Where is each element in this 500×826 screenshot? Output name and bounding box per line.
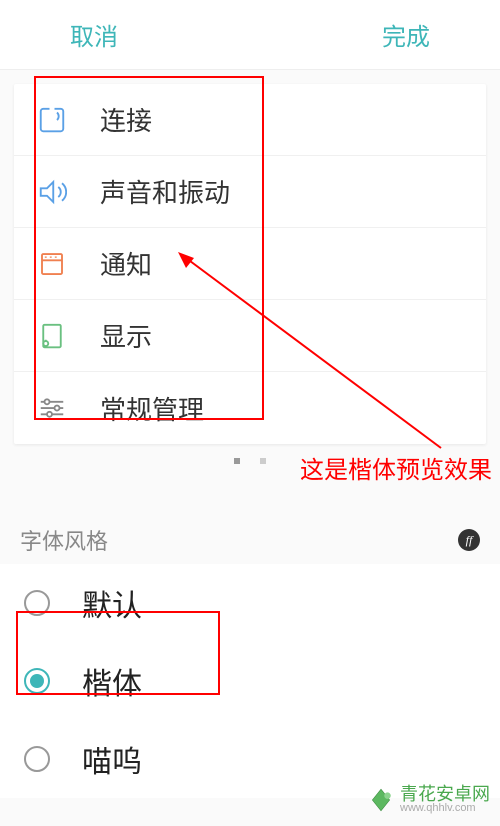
font-preview-card: 连接 声音和振动 通知 显示 常规管理 [14, 84, 486, 444]
section-header: 字体风格 ff [0, 524, 500, 556]
modal-header: 取消 完成 [0, 0, 500, 70]
font-option-kaiti[interactable]: 楷体 [0, 642, 500, 720]
preview-label: 连接 [100, 101, 152, 138]
preview-label: 常规管理 [100, 390, 204, 427]
preview-label: 通知 [100, 245, 152, 282]
preview-row-display: 显示 [14, 300, 486, 372]
radio-icon [24, 590, 50, 616]
font-option-default[interactable]: 默认 [0, 564, 500, 642]
display-icon [34, 318, 70, 354]
preview-row-sound: 声音和振动 [14, 156, 486, 228]
connect-icon [34, 102, 70, 138]
section-title: 字体风格 [20, 524, 108, 556]
settings-sliders-icon [34, 390, 70, 426]
annotation-text: 这是楷体预览效果 [300, 450, 492, 485]
preview-row-notify: 通知 [14, 228, 486, 300]
preview-row-connect: 连接 [14, 84, 486, 156]
option-label: 楷体 [82, 659, 142, 703]
preview-row-general: 常规管理 [14, 372, 486, 444]
radio-selected-icon [24, 668, 50, 694]
page-dot-2[interactable] [260, 458, 266, 464]
watermark-url: www.qhhlv.com [400, 803, 490, 814]
preview-label: 显示 [100, 317, 152, 354]
watermark-name: 青花安卓网 [400, 785, 490, 803]
option-label: 默认 [82, 581, 142, 625]
done-button[interactable]: 完成 [382, 17, 430, 52]
watermark-logo-icon [368, 787, 394, 813]
watermark: 青花安卓网 www.qhhlv.com [368, 785, 490, 814]
radio-icon [24, 746, 50, 772]
sound-icon [34, 174, 70, 210]
flipfont-badge-icon[interactable]: ff [458, 529, 480, 551]
option-label: 喵呜 [82, 737, 142, 781]
cancel-button[interactable]: 取消 [70, 17, 118, 52]
notification-icon [34, 246, 70, 282]
preview-label: 声音和振动 [100, 173, 230, 210]
page-dot-1[interactable] [234, 458, 240, 464]
